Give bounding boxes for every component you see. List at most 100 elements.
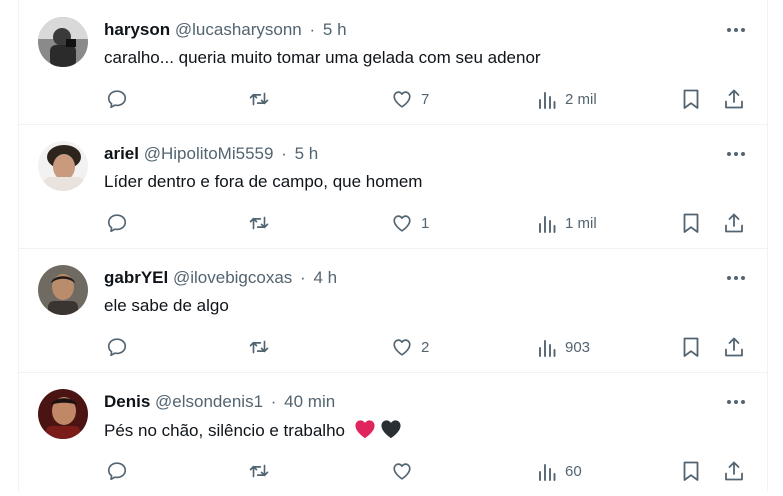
view-count: 903 (565, 338, 591, 356)
reply-tweet[interactable]: ariel @HipolitoMi5559 · 5 h Líder dentro… (19, 124, 767, 249)
share-button[interactable] (723, 85, 745, 113)
tweet-header: haryson @lucasharysonn · 5 h (104, 19, 347, 41)
display-name[interactable]: ariel (104, 144, 139, 163)
reply-button[interactable] (106, 209, 128, 237)
separator: · (270, 392, 277, 411)
tweet-actions: 60 (19, 457, 767, 485)
bookmark-icon (683, 89, 699, 109)
views-button[interactable]: 2 mil (537, 85, 597, 113)
reply-icon (107, 462, 127, 481)
reply-button[interactable] (106, 85, 128, 113)
reply-icon (107, 338, 127, 357)
like-count: 1 (421, 214, 430, 232)
retweet-button[interactable] (247, 457, 271, 485)
bookmark-icon (683, 337, 699, 357)
views-button[interactable]: 60 (537, 457, 582, 485)
views-chart-icon (539, 216, 556, 233)
tweet-header: Denis @elsondenis1 · 40 min (104, 391, 335, 413)
tweet-text: caralho... queria muito tomar uma gelada… (104, 48, 541, 67)
separator: · (309, 20, 316, 39)
more-options-icon[interactable] (725, 394, 747, 410)
like-count: 2 (421, 338, 430, 356)
retweet-icon (249, 216, 269, 230)
reply-tweet[interactable]: Denis @elsondenis1 · 40 min Pés no chão,… (19, 372, 767, 496)
reply-button[interactable] (106, 333, 128, 361)
emoji-group (354, 419, 403, 445)
views-chart-icon (539, 464, 556, 481)
view-count: 1 mil (565, 214, 597, 232)
retweet-button[interactable] (247, 209, 271, 237)
share-icon (725, 213, 743, 233)
replies-feed: haryson @lucasharysonn · 5 h caralho... … (18, 0, 768, 491)
share-button[interactable] (723, 209, 745, 237)
like-button[interactable]: 1 (391, 209, 429, 237)
tweet-actions: 1 1 mil (19, 209, 767, 237)
share-button[interactable] (723, 333, 745, 361)
view-count: 2 mil (565, 90, 597, 108)
user-handle[interactable]: @HipolitoMi5559 (144, 144, 274, 163)
heart-icon (393, 463, 411, 480)
retweet-icon (249, 340, 269, 354)
share-button[interactable] (723, 457, 745, 485)
views-button[interactable]: 903 (537, 333, 590, 361)
display-name[interactable]: gabrYEl (104, 268, 168, 287)
avatar[interactable] (38, 17, 88, 67)
bookmark-button[interactable] (681, 333, 701, 361)
tweet-text: Líder dentro e fora de campo, que homem (104, 172, 423, 191)
bookmark-icon (683, 213, 699, 233)
heart-icon (393, 91, 411, 108)
like-count: 7 (421, 90, 430, 108)
retweet-button[interactable] (247, 85, 271, 113)
timestamp[interactable]: 5 h (323, 20, 347, 39)
reply-icon (107, 90, 127, 109)
reply-tweet[interactable]: gabrYEl @ilovebigcoxas · 4 h ele sabe de… (19, 248, 767, 373)
timestamp[interactable]: 4 h (313, 268, 337, 287)
bookmark-button[interactable] (681, 85, 701, 113)
display-name[interactable]: Denis (104, 392, 150, 411)
separator: · (281, 144, 287, 163)
avatar[interactable] (38, 389, 88, 439)
display-name[interactable]: haryson (104, 20, 170, 39)
user-handle[interactable]: @lucasharysonn (175, 20, 302, 39)
timestamp[interactable]: 5 h (295, 144, 319, 163)
tweet-actions: 2 903 (19, 333, 767, 361)
like-button[interactable] (391, 457, 421, 485)
red-heart-icon (355, 420, 375, 439)
more-options-icon[interactable] (725, 22, 747, 38)
share-icon (725, 461, 743, 481)
like-button[interactable]: 2 (391, 333, 429, 361)
share-icon (725, 89, 743, 109)
bookmark-button[interactable] (681, 457, 701, 485)
avatar[interactable] (38, 265, 88, 315)
timestamp[interactable]: 40 min (284, 392, 335, 411)
retweet-button[interactable] (247, 333, 271, 361)
tweet-text: ele sabe de algo (104, 296, 229, 315)
user-handle[interactable]: @elsondenis1 (155, 392, 263, 411)
tweet-header: gabrYEl @ilovebigcoxas · 4 h (104, 267, 337, 289)
black-heart-icon (381, 420, 402, 439)
share-icon (725, 337, 743, 357)
retweet-icon (249, 464, 269, 478)
heart-icon (393, 339, 411, 356)
more-options-icon[interactable] (725, 146, 747, 162)
bookmark-icon (683, 461, 699, 481)
heart-icon (393, 215, 411, 232)
separator: · (300, 268, 306, 287)
tweet-header: ariel @HipolitoMi5559 · 5 h (104, 143, 318, 165)
reply-icon (107, 214, 127, 233)
tweet-text-container: Pés no chão, silêncio e trabalho (104, 419, 402, 445)
more-options-icon[interactable] (725, 270, 747, 286)
tweet-text: Pés no chão, silêncio e trabalho (104, 421, 345, 440)
bookmark-button[interactable] (681, 209, 701, 237)
views-button[interactable]: 1 mil (537, 209, 597, 237)
user-handle[interactable]: @ilovebigcoxas (173, 268, 292, 287)
view-count: 60 (565, 462, 582, 480)
avatar[interactable] (38, 141, 88, 191)
retweet-icon (249, 92, 269, 106)
tweet-actions: 7 2 mil (19, 85, 767, 113)
views-chart-icon (539, 340, 556, 357)
reply-tweet[interactable]: haryson @lucasharysonn · 5 h caralho... … (19, 0, 767, 125)
reply-button[interactable] (106, 457, 128, 485)
views-chart-icon (539, 92, 556, 109)
like-button[interactable]: 7 (391, 85, 429, 113)
